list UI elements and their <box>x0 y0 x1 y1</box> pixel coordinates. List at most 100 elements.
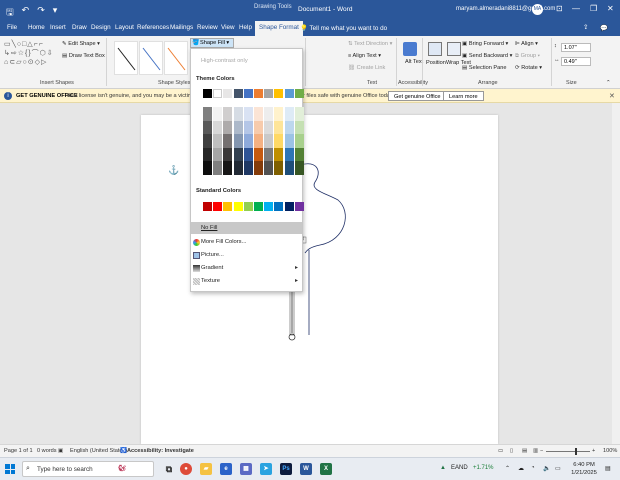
notifications-icon[interactable]: ▤ <box>605 465 611 472</box>
get-genuine-office-button[interactable]: Get genuine Office <box>388 91 447 101</box>
standard-color-swatch[interactable] <box>294 202 304 211</box>
shapes-gallery[interactable]: ▭╲○□△⌐⌐ ↳⇨☆{}⌒⬡⇩ ⌂⊂▱○⊙◇▷ <box>4 40 60 66</box>
text-direction-button[interactable]: ⇅ Text Direction ▾ <box>348 41 392 47</box>
tab-insert[interactable]: Insert <box>50 24 66 31</box>
theme-color-swatch[interactable] <box>223 89 233 98</box>
theme-shade-swatch[interactable] <box>233 147 243 162</box>
redo-icon[interactable]: ↷ <box>37 5 45 21</box>
theme-shade-swatch[interactable] <box>203 134 212 148</box>
standard-color-swatch[interactable] <box>284 202 294 211</box>
standard-color-swatch[interactable] <box>223 202 233 211</box>
store-icon[interactable]: ▦ <box>240 463 252 475</box>
vertical-scrollbar[interactable] <box>612 103 620 444</box>
web-layout-icon[interactable]: ▥ <box>533 448 538 454</box>
zoom-slider[interactable] <box>546 451 590 452</box>
standard-color-swatch[interactable] <box>274 202 284 211</box>
theme-shade-swatch[interactable] <box>264 147 274 162</box>
draw-text-box-button[interactable]: ▤ Draw Text Box <box>62 53 105 59</box>
alt-text-button[interactable]: Alt Text <box>405 59 423 65</box>
telegram-icon[interactable]: ➤ <box>260 463 272 475</box>
tab-home[interactable]: Home <box>28 24 45 31</box>
theme-shade-swatch[interactable] <box>213 107 223 121</box>
theme-shade-swatch[interactable] <box>254 107 263 121</box>
search-highlight-icon[interactable]: 🐿 <box>110 463 134 475</box>
theme-color-swatch[interactable] <box>243 89 253 98</box>
tab-shape-format[interactable]: Shape Format <box>255 21 303 36</box>
learn-more-button[interactable]: Learn more <box>443 91 484 101</box>
theme-shade-swatch[interactable] <box>284 120 294 135</box>
theme-shade-swatch[interactable] <box>274 161 284 175</box>
focus-icon[interactable]: ▭ <box>498 448 503 454</box>
shape-style-3[interactable] <box>164 41 188 75</box>
restore-button[interactable]: ❐ <box>590 4 597 13</box>
show-hidden-icons-icon[interactable]: ⌃ <box>505 465 510 472</box>
close-button[interactable]: ✕ <box>607 4 614 13</box>
photoshop-icon[interactable]: Ps <box>280 463 292 475</box>
ribbon-display-icon[interactable]: ⊡ <box>556 4 563 13</box>
theme-color-swatch[interactable] <box>233 89 243 98</box>
standard-color-swatch[interactable] <box>264 202 274 211</box>
standard-color-swatch[interactable] <box>243 202 253 211</box>
theme-shade-swatch[interactable] <box>294 107 304 121</box>
shape-style-2[interactable] <box>139 41 163 75</box>
theme-shade-swatch[interactable] <box>274 134 284 148</box>
theme-shade-swatch[interactable] <box>264 107 274 121</box>
theme-shade-swatch[interactable] <box>284 107 294 121</box>
tab-review[interactable]: Review <box>197 24 218 31</box>
gradient-fill-option[interactable]: Gradient ▸ <box>191 262 302 274</box>
shape-fill-button[interactable]: 🪣 Shape Fill ▾ <box>190 38 234 48</box>
word-icon[interactable]: W <box>300 463 312 475</box>
theme-shade-swatch[interactable] <box>233 120 243 135</box>
theme-shade-swatch[interactable] <box>223 134 233 148</box>
theme-shade-swatch[interactable] <box>294 147 304 162</box>
create-link-button[interactable]: ⛓ Create Link <box>348 65 385 71</box>
theme-color-swatch[interactable] <box>203 89 212 98</box>
theme-shade-swatch[interactable] <box>254 161 263 175</box>
send-backward-button[interactable]: ▣ Send Backward ▾ <box>462 53 512 59</box>
theme-shade-swatch[interactable] <box>243 120 253 135</box>
proofing-icon[interactable]: ▣ <box>58 448 63 454</box>
align-button[interactable]: ⊫ Align ▾ <box>515 41 538 47</box>
theme-shade-swatch[interactable] <box>223 107 233 121</box>
tab-design[interactable]: Design <box>91 24 111 31</box>
theme-shade-swatch[interactable] <box>223 120 233 135</box>
no-fill-option[interactable]: No Fill <box>191 222 302 234</box>
theme-shade-swatch[interactable] <box>294 161 304 175</box>
theme-shade-swatch[interactable] <box>243 134 253 148</box>
theme-shade-swatch[interactable] <box>274 107 284 121</box>
print-layout-icon[interactable]: ▤ <box>522 448 527 454</box>
align-text-button[interactable]: ≡ Align Text ▾ <box>348 53 381 59</box>
theme-shade-swatch[interactable] <box>243 147 253 162</box>
bring-forward-button[interactable]: ▣ Bring Forward ▾ <box>462 41 508 47</box>
avatar[interactable]: MA <box>532 4 543 15</box>
tab-view[interactable]: View <box>221 24 235 31</box>
group-button[interactable]: ⧉ Group ▾ <box>515 53 540 60</box>
theme-shade-swatch[interactable] <box>203 147 212 162</box>
minimize-button[interactable]: — <box>572 4 580 13</box>
position-button[interactable]: Position <box>426 60 446 66</box>
close-notice-icon[interactable]: ✕ <box>609 92 615 100</box>
theme-shade-swatch[interactable] <box>284 134 294 148</box>
theme-shade-swatch[interactable] <box>243 107 253 121</box>
save-icon[interactable]: 🖫 <box>6 5 14 21</box>
page-count[interactable]: Page 1 of 1 <box>4 448 33 454</box>
standard-color-swatch[interactable] <box>254 202 263 211</box>
theme-shade-swatch[interactable] <box>294 120 304 135</box>
battery-icon[interactable]: ▭ <box>555 465 561 472</box>
onedrive-icon[interactable]: ☁ <box>518 465 524 472</box>
theme-shade-swatch[interactable] <box>274 120 284 135</box>
theme-color-swatch[interactable] <box>264 89 274 98</box>
read-mode-icon[interactable]: ▯ <box>510 448 513 454</box>
file-explorer-icon[interactable]: ▰ <box>200 463 212 475</box>
theme-color-swatch[interactable] <box>284 89 294 98</box>
theme-shade-swatch[interactable] <box>254 134 263 148</box>
theme-shade-swatch[interactable] <box>294 134 304 148</box>
zoom-out-icon[interactable]: − <box>540 448 543 454</box>
theme-color-swatch[interactable] <box>274 89 284 98</box>
theme-shade-swatch[interactable] <box>264 134 274 148</box>
standard-color-swatch[interactable] <box>233 202 243 211</box>
tell-me-search[interactable]: 💡 Tell me what you want to do <box>300 24 387 32</box>
language-indicator[interactable]: English (United States) <box>70 448 127 454</box>
selection-pane-button[interactable]: ▤ Selection Pane <box>462 65 506 71</box>
edit-shape-button[interactable]: ✎ Edit Shape ▾ <box>62 41 100 47</box>
